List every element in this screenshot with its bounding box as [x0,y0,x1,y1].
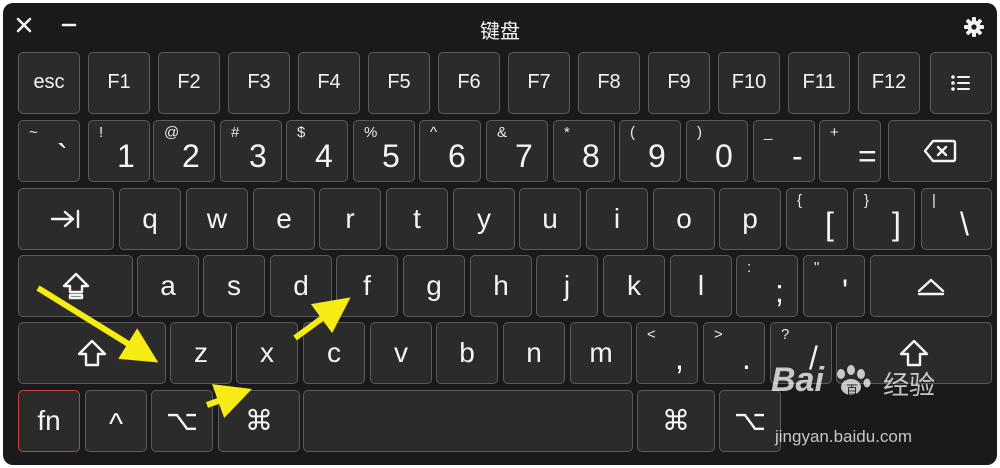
arrow-to-shift [36,285,159,363]
arrow-to-command [205,384,252,419]
arrow-to-f-key [293,297,351,341]
keyboard-viewer-window: 键盘 esc F1 F2 F3 F4 F5 F6 F7 F8 F9 F10 F11 F12 ~ `! 1 @2 #… [3,3,997,465]
annotation-arrows [36,285,351,419]
